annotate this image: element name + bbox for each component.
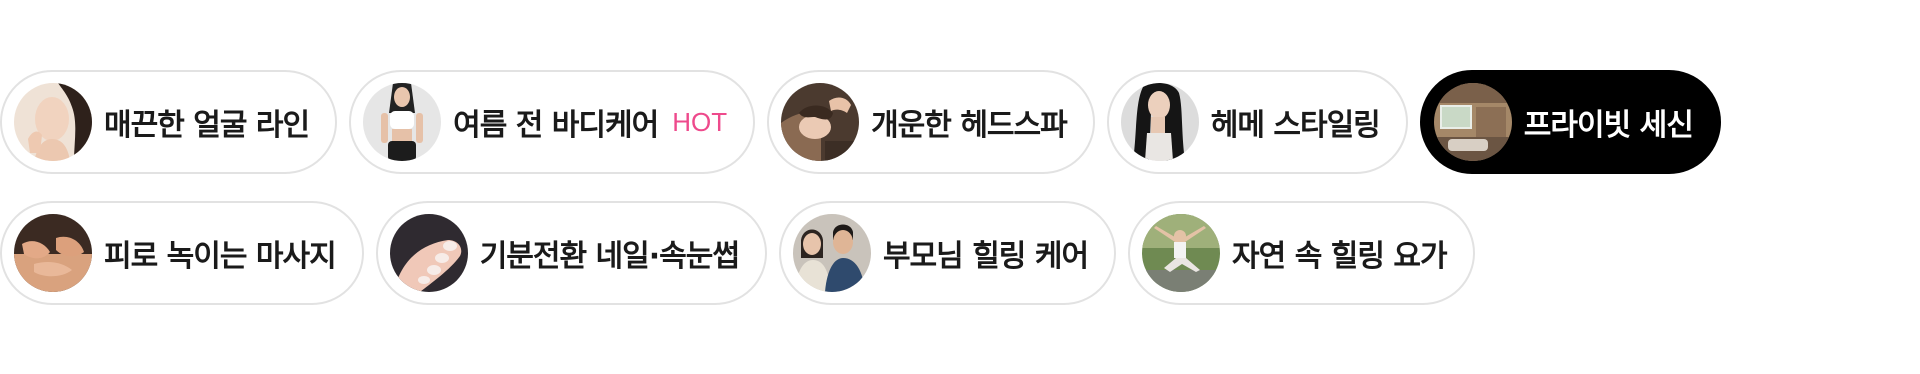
chip-row-2: 피로 녹이는 마사지 기분전환 네일·속눈썹 부모님 힐링 케어 자연 속 힐링… xyxy=(0,201,1475,305)
chip-label: 여름 전 바디케어 xyxy=(453,108,659,143)
yoga-thumbnail xyxy=(1142,214,1221,292)
chip-private-bath[interactable]: 프라이빗 세신 xyxy=(1419,70,1721,174)
category-chip-list: 매끈한 얼굴 라인 여름 전 바디케어 HOT 개운한 헤드스파 헤메 스타일링… xyxy=(0,0,1920,374)
parents-care-thumbnail xyxy=(792,214,871,292)
chip-hair-makeup[interactable]: 헤메 스타일링 xyxy=(1106,70,1408,174)
chip-body-care[interactable]: 여름 전 바디케어 HOT xyxy=(349,70,756,174)
chip-parents-care[interactable]: 부모님 힐링 케어 xyxy=(778,201,1117,305)
hot-badge: HOT xyxy=(672,106,728,137)
nail-lash-thumbnail xyxy=(389,214,468,292)
chip-nail-lash[interactable]: 기분전환 네일·속눈썹 xyxy=(375,201,767,305)
chip-row-1: 매끈한 얼굴 라인 여름 전 바디케어 HOT 개운한 헤드스파 헤메 스타일링… xyxy=(0,70,1721,174)
chip-massage[interactable]: 피로 녹이는 마사지 xyxy=(0,201,364,305)
chip-label: 개운한 헤드스파 xyxy=(871,108,1068,143)
massage-thumbnail xyxy=(14,214,92,292)
head-spa-thumbnail xyxy=(781,83,860,161)
hair-makeup-thumbnail xyxy=(1120,83,1199,161)
chip-head-spa[interactable]: 개운한 헤드스파 xyxy=(767,70,1095,174)
chip-label: 피로 녹이는 마사지 xyxy=(104,239,337,274)
chip-label: 자연 속 힐링 요가 xyxy=(1232,239,1448,274)
private-bath-thumbnail xyxy=(1433,83,1512,161)
chip-label: 부모님 힐링 케어 xyxy=(882,239,1089,274)
chip-label: 기분전환 네일·속눈썹 xyxy=(479,239,740,274)
body-care-thumbnail xyxy=(363,83,442,161)
chip-label: 프라이빗 세신 xyxy=(1523,108,1694,143)
chip-label: 매끈한 얼굴 라인 xyxy=(104,108,310,143)
face-line-thumbnail xyxy=(14,83,92,161)
chip-label: 헤메 스타일링 xyxy=(1210,108,1381,143)
chip-face-line[interactable]: 매끈한 얼굴 라인 xyxy=(0,70,338,174)
chip-yoga[interactable]: 자연 속 힐링 요가 xyxy=(1128,201,1475,305)
